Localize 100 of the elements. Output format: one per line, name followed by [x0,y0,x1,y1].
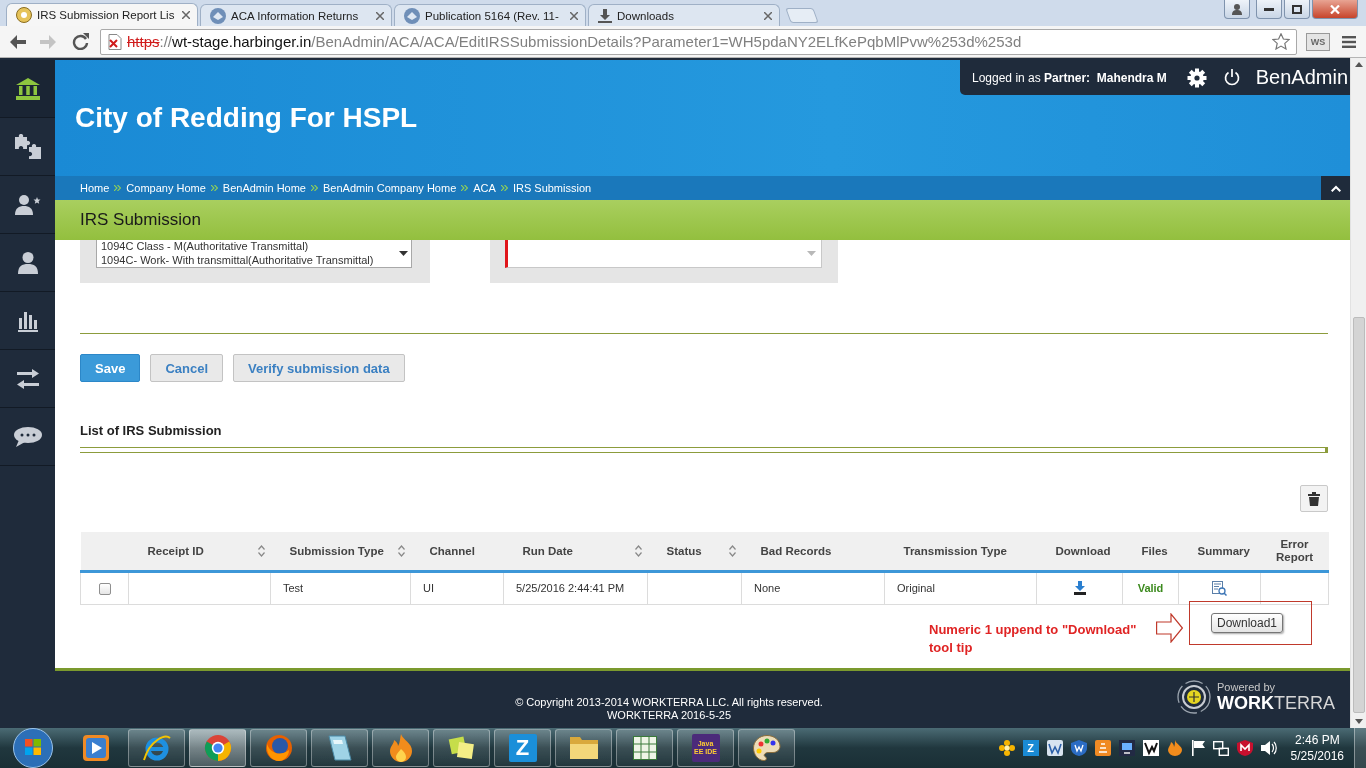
url-text[interactable]: https://wt-stage.harbinger.in/BenAdmin/ACA/ACA/EditIRSSubmissionDetails?Parameter1=WH5pdaNY2ELfKePqbMlPvw%253d%253d [127,33,1268,50]
page-title: City of Redding For HSPL [75,102,418,134]
shield-icon[interactable] [1236,740,1253,756]
taskbar-button[interactable] [128,729,185,767]
address-bar[interactable]: https://wt-stage.harbinger.in/BenAdmin/ACA/ACA/EditIRSSubmissionDetails?Parameter1=WH5pdaNY2ELfKePqbMlPvw%253d%253d [100,28,1298,55]
breadcrumb-link[interactable]: BenAdmin Company Home [323,182,457,194]
download-icon[interactable] [1073,581,1086,596]
close-icon[interactable] [570,11,578,20]
chat-icon [13,426,42,447]
taskbar-button[interactable] [738,729,795,767]
close-button[interactable] [1312,0,1358,19]
minimize-button[interactable] [1256,0,1282,19]
browser-tab[interactable]: IRS Submission Report Lis [6,3,198,26]
shield-icon[interactable] [1070,740,1087,756]
menu-icon[interactable] [1342,35,1356,48]
minimize-icon [1264,7,1274,11]
app-name: BenAdmin [1255,66,1349,89]
delete-button[interactable] [1300,485,1328,512]
maximize-button[interactable] [1284,0,1310,19]
listbox-option[interactable]: 1094C- Work- With transmittal(Authoritative Transmittal) [101,253,399,267]
table-cell: Valid [1122,571,1179,604]
play-icon [82,735,109,761]
breadcrumb-link[interactable]: BenAdmin Home [222,182,306,194]
start-icon[interactable] [13,728,53,768]
taskbar-button[interactable] [555,729,612,767]
scroll-up-icon[interactable] [1354,62,1363,67]
person-star-icon [14,194,41,215]
star-icon[interactable] [1272,33,1291,50]
target-logo-icon [1177,680,1211,714]
column-header[interactable]: Receipt ID [128,532,271,571]
select-field[interactable] [505,240,822,268]
zigzag-icon[interactable] [1142,740,1159,756]
scrollbar-thumb[interactable] [1352,317,1365,713]
clock-date[interactable]: 5/25/2016 [1290,748,1344,764]
column-header[interactable]: Status [647,532,742,571]
extension-button[interactable]: WS [1306,32,1330,51]
browser-tab[interactable]: ACA Information Returns [200,4,392,26]
back-icon[interactable] [10,34,26,49]
scroll-down-icon[interactable] [399,251,408,256]
column-header[interactable]: Submission Type [270,532,411,571]
flag-icon[interactable] [1190,740,1205,756]
flower-icon[interactable] [998,740,1015,756]
breadcrumb-link[interactable]: Company Home [126,182,206,194]
power-icon[interactable] [1223,69,1240,86]
sort-icon[interactable] [257,544,265,557]
taskbar-button[interactable] [250,729,307,767]
column-header: Files [1122,532,1179,571]
listbox-option[interactable]: 1094C Class - M(Authoritative Transmittal) [101,240,399,254]
zigzag-tile-icon[interactable] [1046,740,1063,756]
taskbar-button[interactable] [433,729,490,767]
breadcrumb-link[interactable]: Home [80,182,110,194]
logged-in-text: Logged in as Partner: Mahendra M [972,70,1167,85]
browser-icon [142,734,171,762]
close-icon [1330,4,1340,14]
profile-button[interactable] [1224,0,1250,19]
brand-name: WORKTERRA [1217,693,1335,713]
breadcrumb-link[interactable]: ACA [473,182,496,194]
row-checkbox[interactable] [98,582,111,595]
close-icon[interactable] [764,11,772,20]
column-header: Summary [1178,532,1261,571]
scroll-down-icon[interactable] [1354,719,1363,724]
lines-tile-icon[interactable] [1094,740,1111,756]
document-search-icon[interactable] [1212,580,1227,596]
tray-icon[interactable]: Z [1022,740,1039,756]
breadcrumb-link[interactable]: IRS Submission [512,182,592,194]
spreadsheet-icon [632,736,657,760]
double-chevron-icon [500,185,508,191]
clock-time[interactable]: 2:46 PM [1294,732,1340,748]
speaker-icon[interactable] [1260,740,1277,756]
sort-icon[interactable] [634,544,642,557]
double-chevron-icon [311,185,318,191]
browser-tab[interactable]: Downloads [588,4,780,26]
close-icon[interactable] [182,11,190,19]
palette-icon [752,735,781,761]
home-icon [15,77,40,100]
monitor-icon[interactable] [1118,740,1135,756]
column-header[interactable]: Run Date [503,532,648,571]
taskbar-button[interactable] [616,729,673,767]
network-icon[interactable] [1212,740,1229,756]
list-title: List of IRS Submission [80,423,222,438]
browser-tab[interactable]: Publication 5164 (Rev. 11- [394,4,586,26]
close-icon[interactable] [376,11,384,20]
bar-chart-icon [17,309,38,332]
browser-icon [264,734,293,762]
show-desktop-button[interactable] [1354,728,1366,768]
column-header: Error Report [1260,532,1329,571]
double-chevron-icon [114,185,122,191]
section-title: IRS Submission [80,210,201,230]
taskbar-button[interactable]: Z [494,729,551,767]
sort-icon[interactable] [397,544,405,557]
sidebar-item[interactable] [0,60,55,118]
flame-icon [389,734,412,762]
reload-icon[interactable] [72,33,89,50]
column-header: Channel [410,532,504,571]
taskbar-button[interactable] [311,729,368,767]
collapse-button[interactable] [1321,176,1350,200]
sort-icon[interactable] [728,544,736,557]
flame-icon[interactable] [1166,740,1183,756]
taskbar-button[interactable] [372,729,429,767]
listbox-field[interactable]: 1094C Class - M(Authoritative Transmittal) 1094C- Work- With transmittal(Authoritative Transmittal) [96,240,412,268]
